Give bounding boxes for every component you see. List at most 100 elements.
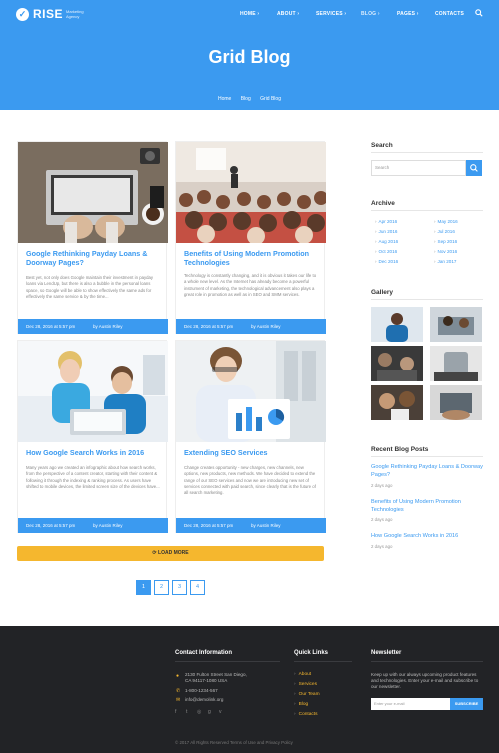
phone[interactable]: 1-800-1234-567 xyxy=(185,688,218,694)
chevron-down-icon: › xyxy=(416,11,419,17)
chevron-right-icon: › xyxy=(294,672,296,677)
divider xyxy=(175,661,280,662)
recent-post-link[interactable]: How Google Search Works in 2016 xyxy=(371,533,483,541)
breadcrumb-current: Grid Blog xyxy=(260,96,281,102)
chevron-right-icon: › xyxy=(294,702,296,707)
chevron-right-icon: › xyxy=(434,229,436,234)
page-2-button[interactable]: 2 xyxy=(154,580,169,595)
divider xyxy=(371,661,483,662)
archive-link[interactable]: › Sep 2016 xyxy=(434,239,457,244)
subscribe-button[interactable]: SUBSCRIBE xyxy=(450,698,483,710)
chevron-right-icon: › xyxy=(434,249,436,254)
twitter-icon[interactable]: t xyxy=(186,709,187,715)
gallery-thumb[interactable] xyxy=(371,307,423,342)
post-meta: Dec 28, 2016 at 5:57 pm by Austin Riley xyxy=(176,518,326,533)
search-input[interactable]: Search xyxy=(371,160,466,176)
post-author[interactable]: by Austin Riley xyxy=(93,319,123,334)
post-author[interactable]: by Austin Riley xyxy=(251,319,281,334)
archive-link[interactable]: › Nov 2016 xyxy=(434,249,457,254)
post-card: How Google Search Works in 2016 Many yea… xyxy=(17,340,168,533)
instagram-icon[interactable]: ◎ xyxy=(197,709,201,715)
chevron-down-icon: › xyxy=(297,11,300,17)
post-title[interactable]: Google Rethinking Payday Loans & Doorway… xyxy=(26,249,160,267)
chevron-right-icon: › xyxy=(375,259,377,264)
vimeo-icon[interactable]: v xyxy=(219,709,222,715)
divider xyxy=(371,456,483,457)
gallery-thumb[interactable] xyxy=(430,346,482,381)
load-more-button[interactable]: ⟳ LOAD MORE xyxy=(17,546,324,561)
mail-icon: ✉ xyxy=(176,697,181,703)
post-excerpt: Many years ago we created an infographic… xyxy=(26,465,160,489)
post-excerpt: Best yet, not only does Google maintain … xyxy=(26,275,154,299)
post-image[interactable] xyxy=(176,142,326,243)
breadcrumb-home[interactable]: Home xyxy=(218,96,231,102)
quick-link-blog[interactable]: › Blog xyxy=(294,702,308,707)
divider xyxy=(371,299,483,300)
main-content: Google Rethinking Payday Loans & Doorway… xyxy=(0,110,499,626)
footer: Contact Information ● 2130 Fulton Street… xyxy=(0,626,499,753)
post-meta: Dec 28, 2016 at 5:57 pm by Austin Riley xyxy=(176,319,326,334)
quick-link-services[interactable]: › Services xyxy=(294,682,317,687)
quick-link-contacts[interactable]: › Contacts xyxy=(294,712,318,717)
search-button[interactable] xyxy=(466,160,482,176)
breadcrumb-blog[interactable]: Blog xyxy=(241,96,251,102)
search-heading: Search xyxy=(371,142,393,149)
archive-link[interactable]: › May 2016 xyxy=(434,219,458,224)
chevron-right-icon: › xyxy=(434,219,436,224)
search-icon[interactable] xyxy=(475,9,483,17)
archive-link[interactable]: › Aug 2016 xyxy=(375,239,398,244)
archive-link[interactable]: › Jul 2016 xyxy=(434,229,455,234)
post-image[interactable] xyxy=(176,341,326,442)
nav-pages[interactable]: PAGES › xyxy=(397,11,419,17)
chevron-right-icon: › xyxy=(434,239,436,244)
page-title: Grid Blog xyxy=(208,47,291,67)
chevron-right-icon: › xyxy=(375,249,377,254)
post-author[interactable]: by Austin Riley xyxy=(251,518,281,533)
chevron-right-icon: › xyxy=(434,259,436,264)
gallery-thumb[interactable] xyxy=(430,307,482,342)
post-title[interactable]: Benefits of Using Modern Promotion Techn… xyxy=(184,249,318,267)
nav-about[interactable]: ABOUT › xyxy=(277,11,299,17)
newsletter-text: Keep up with our always upcoming product… xyxy=(371,672,479,690)
google-plus-icon[interactable]: g xyxy=(208,709,211,715)
nav-contacts[interactable]: CONTACTS xyxy=(435,11,464,17)
nav-blog[interactable]: BLOG › xyxy=(361,11,380,17)
recent-post-link[interactable]: Benefits of Using Modern Promotion Techn… xyxy=(371,499,483,514)
hero-header: ✓ RISE Marketing Agency HOME › ABOUT › S… xyxy=(0,0,499,110)
post-title[interactable]: Extending SEO Services xyxy=(184,448,318,457)
nav-services[interactable]: SERVICES › xyxy=(316,11,346,17)
archive-link[interactable]: › Apr 2016 xyxy=(375,219,397,224)
post-image[interactable] xyxy=(18,142,168,243)
archive-link[interactable]: › Dec 2016 xyxy=(375,259,398,264)
newsletter-email-input[interactable]: Enter your e-mail xyxy=(371,698,450,710)
nav-home[interactable]: HOME › xyxy=(240,11,259,17)
archive-link[interactable]: › Jun 2016 xyxy=(375,229,397,234)
recent-post-link[interactable]: Google Rethinking Payday Loans & Doorway… xyxy=(371,464,483,479)
chevron-right-icon: › xyxy=(375,229,377,234)
refresh-icon: ⟳ xyxy=(152,550,157,556)
recent-post-date: 2 days ago xyxy=(371,517,393,522)
post-date: Dec 28, 2016 at 5:57 pm xyxy=(26,324,76,329)
post-meta: Dec 28, 2016 at 5:57 pm by Austin Riley xyxy=(18,319,168,334)
chevron-down-icon: › xyxy=(344,11,347,17)
chevron-right-icon: › xyxy=(294,712,296,717)
chevron-down-icon: › xyxy=(377,11,380,17)
quick-link-about[interactable]: › About xyxy=(294,672,311,677)
page-3-button[interactable]: 3 xyxy=(172,580,187,595)
archive-link[interactable]: › Oct 2016 xyxy=(375,249,397,254)
post-image[interactable] xyxy=(18,341,168,442)
archive-link[interactable]: › Jan 2017 xyxy=(434,259,456,264)
post-date: Dec 28, 2016 at 5:57 pm xyxy=(26,523,76,528)
divider xyxy=(294,661,352,662)
facebook-icon[interactable]: f xyxy=(175,709,176,715)
page-4-button[interactable]: 4 xyxy=(190,580,205,595)
gallery-thumb[interactable] xyxy=(430,385,482,420)
post-title[interactable]: How Google Search Works in 2016 xyxy=(26,448,160,457)
gallery-thumb[interactable] xyxy=(371,385,423,420)
email[interactable]: info@demolink.org xyxy=(185,697,223,703)
post-author[interactable]: by Austin Riley xyxy=(93,518,123,533)
gallery-thumb[interactable] xyxy=(371,346,423,381)
quick-links-heading: Quick Links xyxy=(294,650,329,656)
page-1-button[interactable]: 1 xyxy=(136,580,151,595)
quick-link-team[interactable]: › Our Team xyxy=(294,692,320,697)
